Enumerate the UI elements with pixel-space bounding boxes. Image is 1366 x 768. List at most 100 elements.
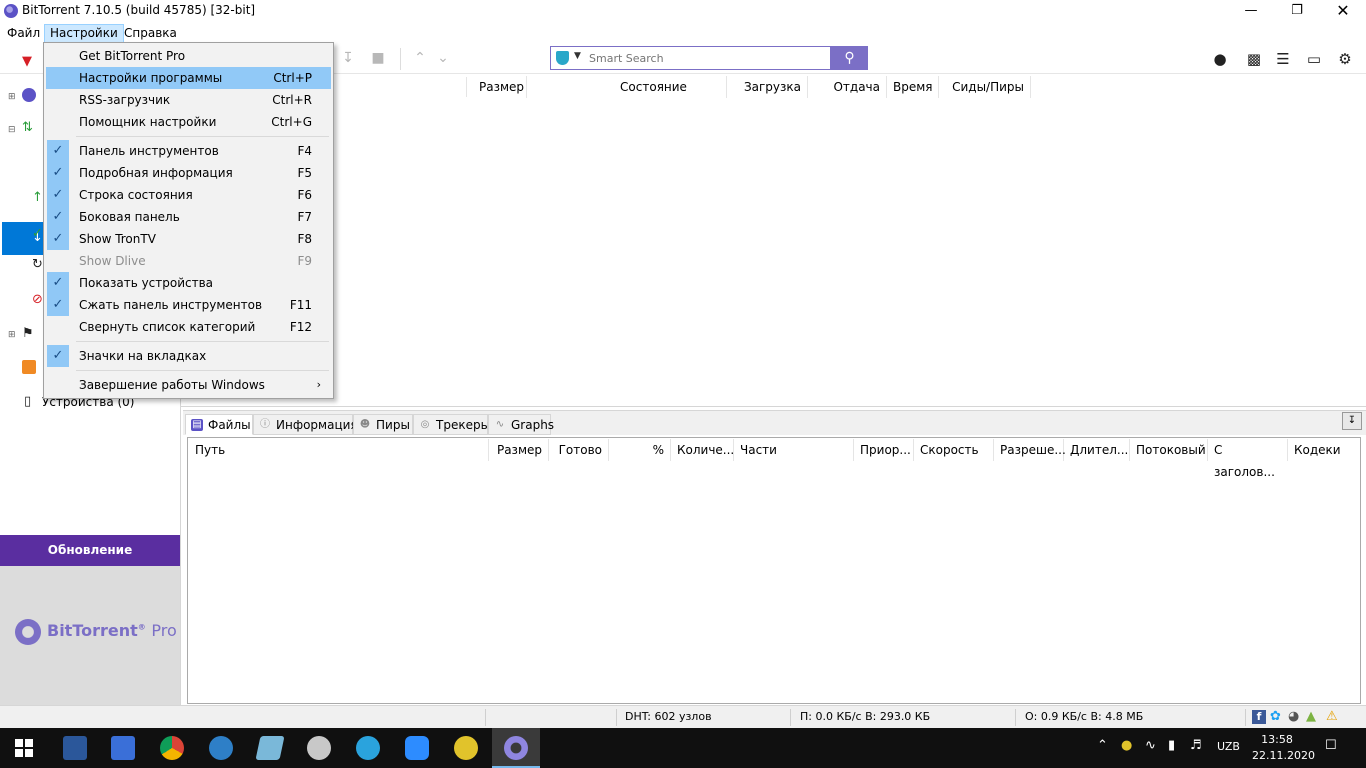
active-refresh-icon[interactable]: ↻ xyxy=(32,257,43,272)
bulb-icon[interactable]: ● xyxy=(1210,49,1230,69)
upload-arrow-icon[interactable]: ↑ xyxy=(32,190,43,205)
files-column-percent[interactable]: % xyxy=(609,439,671,461)
notes-app-icon[interactable] xyxy=(246,728,294,768)
menu-item-shutdown-windows[interactable]: Завершение работы Windows › xyxy=(46,374,331,396)
globe-app-icon[interactable] xyxy=(197,728,245,768)
twitter-icon[interactable]: ✿ xyxy=(1270,709,1281,724)
tab-info[interactable]: ⓘ Информация xyxy=(253,414,358,435)
gear-icon[interactable]: ⚙ xyxy=(1335,49,1355,69)
expand-icon[interactable]: ⊞ xyxy=(8,330,16,340)
bittorrent-taskbar-icon[interactable] xyxy=(492,728,540,768)
column-upload-speed[interactable]: Отдача xyxy=(808,76,887,98)
files-column-streamable[interactable]: Потоковый xyxy=(1130,439,1208,461)
volume-icon[interactable]: ♬ xyxy=(1190,738,1202,753)
rss-icon[interactable] xyxy=(22,360,36,374)
update-button[interactable]: Обновление xyxy=(0,535,180,566)
list-bottom-divider xyxy=(181,406,1366,407)
menu-item-label: Свернуть список категорий xyxy=(79,320,256,334)
chrome-icon[interactable] xyxy=(148,728,196,768)
taskbar-clock[interactable]: 13:58 22.11.2020 xyxy=(1252,732,1315,764)
column-status[interactable]: Состояние xyxy=(527,76,727,98)
search-input[interactable] xyxy=(589,49,827,67)
files-column-size[interactable]: Размер xyxy=(489,439,549,461)
files-column-has-header[interactable]: С заголов... xyxy=(1208,439,1288,479)
search-provider-icon[interactable] xyxy=(556,51,569,65)
menu-item-get-pro[interactable]: Get BitTorrent Pro xyxy=(46,45,331,67)
tab-files[interactable]: ▤ Файлы xyxy=(185,414,253,435)
files-column-duration[interactable]: Длител... xyxy=(1064,439,1130,461)
inactive-icon[interactable]: ⊘ xyxy=(32,292,43,307)
language-indicator[interactable]: UZB xyxy=(1217,740,1240,753)
move-up-icon[interactable]: ⌃ xyxy=(411,49,429,67)
collapse-panel-button[interactable]: ↧ xyxy=(1342,412,1362,430)
search-button[interactable]: ⚲ xyxy=(831,46,868,70)
menu-item-compact-toolbar[interactable]: ✓ Сжать панель инструментов F11 xyxy=(46,294,331,316)
menu-item-status-bar[interactable]: ✓ Строка состояния F6 xyxy=(46,184,331,206)
column-download-speed[interactable]: Загрузка xyxy=(727,76,808,98)
zoom-icon[interactable] xyxy=(393,728,441,768)
menu-item-preferences[interactable]: Настройки программы Ctrl+P xyxy=(46,67,331,89)
files-column-resolution[interactable]: Разреше... xyxy=(994,439,1066,461)
globe-icon[interactable]: ◕ xyxy=(1288,709,1299,724)
menu-file[interactable]: Файл xyxy=(2,24,45,43)
android-icon[interactable]: ▲ xyxy=(1306,709,1316,724)
completed-check-icon[interactable]: ✓ xyxy=(32,226,43,241)
menu-item-detailed-info[interactable]: ✓ Подробная информация F5 xyxy=(46,162,331,184)
warning-icon[interactable]: ⚠ xyxy=(1326,709,1338,724)
windows-start-icon[interactable] xyxy=(15,739,33,757)
files-column-done[interactable]: Готово xyxy=(549,439,609,461)
windows-taskbar: ⌃ ● ∿ ▮ ♬ UZB ☐ xyxy=(0,728,1366,768)
save-app-icon[interactable] xyxy=(99,728,147,768)
close-button[interactable]: ✕ xyxy=(1320,0,1366,22)
bittorrent-pro-banner[interactable]: BitTorrent® Pro xyxy=(0,566,180,705)
network-icon[interactable]: ∿ xyxy=(1145,738,1156,753)
tron-icon[interactable]: ▼ xyxy=(22,54,32,69)
tab-peers[interactable]: ☻ Пиры xyxy=(353,414,413,435)
chat-icon[interactable]: ▩ xyxy=(1244,49,1264,69)
menu-item-sidebar[interactable]: ✓ Боковая панель F7 xyxy=(46,206,331,228)
download-icon[interactable]: ↧ xyxy=(339,49,357,67)
tab-graphs[interactable]: ∿ Graphs xyxy=(488,414,554,435)
menu-settings[interactable]: Настройки xyxy=(44,24,124,43)
expand-icon[interactable]: ⊞ xyxy=(8,92,16,102)
smart-search-box[interactable]: ▼ xyxy=(550,46,831,70)
facebook-icon[interactable]: f xyxy=(1252,710,1266,724)
bittorrent-icon[interactable] xyxy=(22,88,36,102)
list-icon[interactable]: ☰ xyxy=(1273,49,1293,69)
stop-icon[interactable]: ■ xyxy=(369,49,387,67)
menu-item-tab-icons[interactable]: ✓ Значки на вкладках xyxy=(46,345,331,367)
files-column-speed[interactable]: Скорость xyxy=(914,439,994,461)
app-icon-yellow[interactable] xyxy=(442,728,490,768)
maximize-button[interactable]: ❐ xyxy=(1274,0,1320,22)
menu-item-show-trontv[interactable]: ✓ Show TronTV F8 xyxy=(46,228,331,250)
column-size[interactable]: Размер xyxy=(473,76,527,98)
tab-trackers[interactable]: ◎ Трекеры xyxy=(413,414,490,435)
files-column-codecs[interactable]: Кодеки xyxy=(1288,439,1360,461)
menu-item-show-devices[interactable]: ✓ Показать устройства xyxy=(46,272,331,294)
notification-icon[interactable]: ☐ xyxy=(1325,738,1337,753)
column-seeds-peers[interactable]: Сиды/Пиры xyxy=(939,76,1031,98)
minimize-button[interactable]: — xyxy=(1228,0,1274,22)
files-column-priority[interactable]: Приор... xyxy=(854,439,914,461)
battery-icon[interactable]: ▮ xyxy=(1168,738,1175,753)
menu-item-toolbar[interactable]: ✓ Панель инструментов F4 xyxy=(46,140,331,162)
label-tag-icon[interactable]: ⚑ xyxy=(22,326,34,341)
menu-item-setup-guide[interactable]: Помощник настройки Ctrl+G xyxy=(46,111,331,133)
tray-app-icon[interactable]: ● xyxy=(1121,738,1132,753)
menu-item-collapse-categories[interactable]: Свернуть список категорий F12 xyxy=(46,316,331,338)
tray-expand-icon[interactable]: ⌃ xyxy=(1097,738,1108,753)
files-column-count[interactable]: Количе... xyxy=(671,439,734,461)
files-column-path[interactable]: Путь xyxy=(189,439,489,461)
telegram-icon[interactable] xyxy=(344,728,392,768)
menu-help[interactable]: Справка xyxy=(119,24,182,43)
move-down-icon[interactable]: ⌄ xyxy=(434,49,452,67)
monitor-icon[interactable]: ▭ xyxy=(1304,49,1324,69)
paint-app-icon[interactable] xyxy=(295,728,343,768)
column-eta[interactable]: Время xyxy=(887,76,939,98)
files-column-pieces[interactable]: Части xyxy=(734,439,854,461)
word-app-icon[interactable] xyxy=(51,728,99,768)
torrents-icon[interactable]: ⇅ xyxy=(22,120,33,135)
menu-item-rss[interactable]: RSS-загрузчик Ctrl+R xyxy=(46,89,331,111)
collapse-icon[interactable]: ⊟ xyxy=(8,125,16,135)
chevron-down-icon[interactable]: ▼ xyxy=(574,51,581,61)
